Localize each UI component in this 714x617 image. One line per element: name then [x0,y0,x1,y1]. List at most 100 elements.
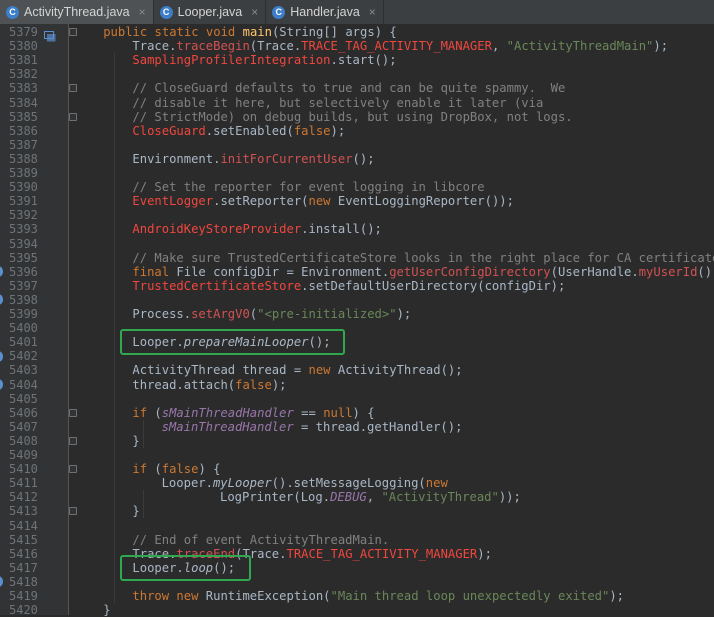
line-number: 5398 [9,292,38,307]
code-token: EventLoggingReporter()); [337,194,514,209]
code-line: // Make sure TrustedCertificateStore loo… [132,251,714,265]
code-token: false [293,123,331,138]
code-token: new [308,194,338,209]
class-icon: C [159,5,173,19]
editor-tab-bar: C ActivityThread.java × C Looper.java × C Handl… [0,0,714,25]
fold-marker-icon[interactable] [69,507,77,516]
tab-handler[interactable]: C Handler.java × [266,0,384,24]
code-line: SamplingProfilerIntegration.start(); [132,53,396,67]
fold-marker-icon[interactable] [69,465,77,474]
code-token: .install(); [301,222,382,237]
fold-marker-icon[interactable] [69,436,77,445]
line-number: 5405 [9,391,38,406]
code-token: .setEnabled( [205,123,294,138]
tab-looper[interactable]: C Looper.java × [154,0,267,24]
code-token: )); [498,490,521,505]
code-token: LogPrinter(Log. [220,490,331,505]
code-token: setArgV0 [191,307,250,321]
method-override-icon[interactable] [44,27,56,42]
code-token: initForCurrentUser [220,151,353,166]
code-line: // Set the reporter for event logging in… [132,180,484,194]
code-token: final [132,264,177,279]
line-number: 5379 [9,25,38,39]
code-token: Looper. [161,476,213,491]
line-number: 5399 [9,307,38,321]
code-line: // End of event ActivityThreadMain. [132,533,389,547]
line-number: 5417 [9,560,38,575]
code-token: TrustedCertificateStore [132,278,302,293]
code-token: thread.attach( [132,377,236,392]
code-token: = thread.getHandler(); [293,419,463,434]
close-icon[interactable]: × [139,5,146,19]
code-token: throw new [132,589,206,603]
code-token: // End of event ActivityThreadMain. [132,532,390,547]
code-line: Process.setArgV0("<pre-initialized>"); [132,307,411,321]
line-number: 5402 [9,349,38,364]
code-token: "Main thread loop unexpectedly exited" [330,589,610,603]
line-number: 5394 [9,236,38,251]
code-token: , [366,490,382,505]
code-token: ) { [198,462,221,477]
line-number: 5382 [9,67,38,82]
tab-label: ActivityThread.java [24,5,130,19]
line-number: 5403 [9,363,38,378]
highlight-box [120,554,251,581]
code-token: myLooper [212,476,272,491]
code-token: Process. [132,307,192,321]
code-token: // StrictMode) on debug builds, but usin… [132,109,573,124]
close-icon[interactable]: × [369,5,376,19]
fold-marker-icon[interactable] [69,112,77,121]
tab-activitythread[interactable]: C ActivityThread.java × [0,0,154,24]
code-token: ); [653,39,669,54]
line-number: 5400 [9,321,38,336]
code-token: (); [352,151,375,166]
code-token: "ActivityThread" [381,490,499,505]
code-line: CloseGuard.setEnabled(false); [132,124,345,138]
code-line: if (sMainThreadHandler == null) { [132,406,374,420]
line-number: 5391 [9,194,38,209]
usage-marker-icon [0,294,3,306]
code-line: // CloseGuard defaults to true and can b… [132,81,565,95]
line-number: 5397 [9,278,38,293]
code-area[interactable]: public static void main(String[] args) {… [80,24,714,617]
code-token: ( [154,405,162,420]
code-line: // StrictMode) on debug builds, but usin… [132,110,572,124]
line-number: 5414 [9,518,38,533]
code-token: null [323,405,353,420]
code-token: CloseGuard [132,123,206,138]
code-line: TrustedCertificateStore.setDefaultUserDi… [132,279,565,293]
line-number: 5401 [9,335,38,350]
code-token: AndroidKeyStoreProvider [132,222,302,237]
code-line: EventLogger.setReporter(new EventLogging… [132,194,514,208]
code-line: // disable it here, but selectively enab… [132,96,543,110]
line-number: 5384 [9,95,38,110]
code-token: == [293,405,324,420]
fold-marker-icon[interactable] [69,408,77,417]
code-token: File configDir = Environment. [176,264,390,279]
code-token: .setDefaultUserDirectory(configDir); [301,278,566,293]
code-line: Trace.traceBegin(Trace.TRACE_TAG_ACTIVIT… [132,39,668,53]
fold-marker-icon[interactable] [69,28,77,36]
code-token: // CloseGuard defaults to true and can b… [132,81,566,96]
code-token: false [161,462,199,477]
code-editor[interactable]: 5379 5380 5381 5382 5383 5384 5385 5386 5387 5388… [0,24,714,617]
code-line: public static void main(String[] args) { [103,25,397,39]
line-number: 5410 [9,462,38,477]
code-token: public static void [103,25,243,39]
code-token: } [132,433,140,448]
line-number: 5395 [9,250,38,265]
line-number: 5418 [9,574,38,589]
code-line: LogPrinter(Log.DEBUG, "ActivityThread"))… [220,490,521,504]
code-token: false [235,377,272,392]
line-number: 5392 [9,208,38,223]
usage-marker-icon [0,576,3,588]
code-token: ActivityThread thread = [132,363,309,378]
code-token: TRACE_TAG_ACTIVITY_MANAGER [301,39,492,54]
line-number: 5419 [9,589,38,603]
line-number: 5383 [9,81,38,96]
code-token: new [425,476,448,491]
fold-marker-icon[interactable] [69,84,77,93]
line-number: 5416 [9,546,38,561]
close-icon[interactable]: × [251,5,258,19]
usage-marker-icon [0,379,3,390]
